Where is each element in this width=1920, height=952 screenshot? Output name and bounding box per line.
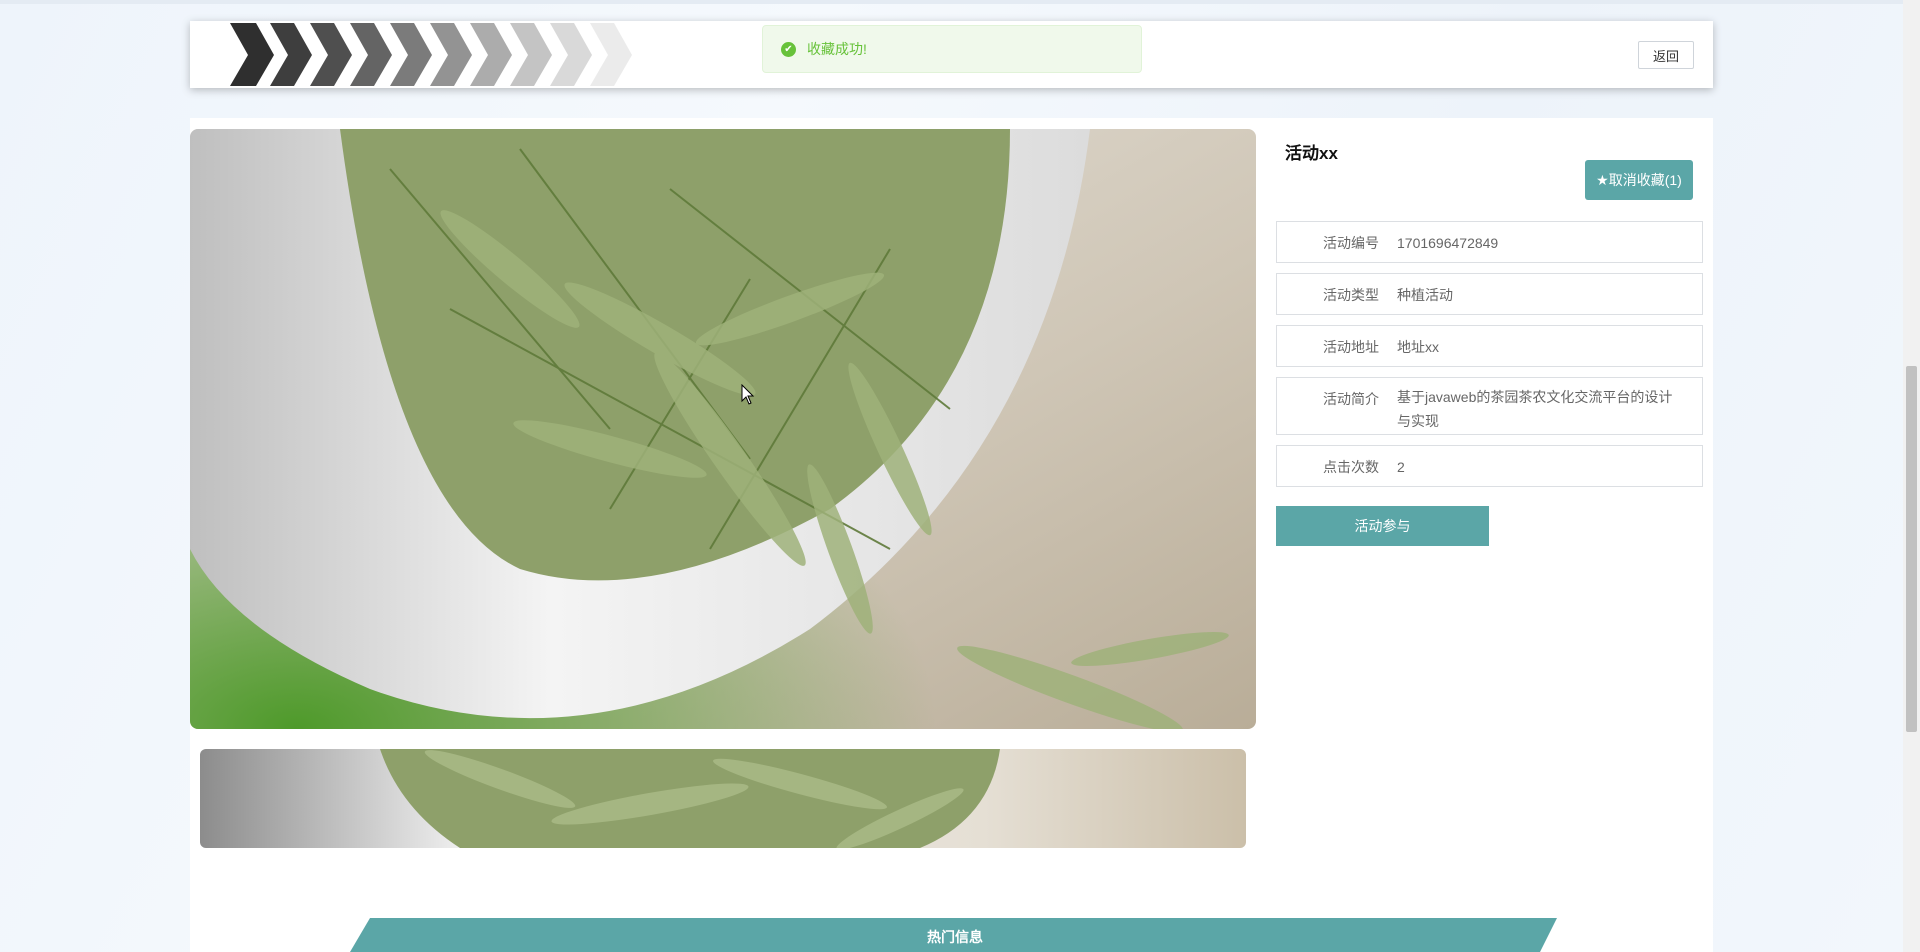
tea-leaves-photo	[190, 129, 1256, 729]
field-value: 地址xx	[1397, 339, 1439, 355]
field-label: 活动地址	[1323, 339, 1379, 355]
success-toast: ✔ 收藏成功!	[762, 25, 1142, 73]
join-activity-button[interactable]: 活动参与	[1276, 506, 1489, 546]
field-value: 1701696472849	[1397, 235, 1499, 251]
field-activity-number: 活动编号 1701696472849	[1276, 221, 1703, 263]
field-value: 2	[1397, 459, 1405, 475]
activity-thumbnail-image[interactable]	[200, 749, 1246, 848]
activity-main-image	[190, 129, 1256, 729]
back-button[interactable]: 返回	[1638, 41, 1694, 69]
field-value: 基于javaweb的茶园茶农文化交流平台的设计与实现	[1397, 389, 1673, 429]
field-label: 点击次数	[1323, 459, 1379, 475]
field-activity-address: 活动地址 地址xx	[1276, 325, 1703, 367]
field-value: 种植活动	[1397, 287, 1453, 303]
check-circle-icon: ✔	[781, 41, 796, 57]
scrollbar-thumb[interactable]	[1906, 366, 1917, 732]
tea-leaves-thumbnail	[200, 749, 1246, 848]
toast-message: 收藏成功!	[807, 41, 867, 57]
activity-title: 活动xx	[1285, 144, 1338, 163]
top-edge-line	[0, 0, 1920, 4]
field-label: 活动编号	[1323, 235, 1379, 251]
field-label: 活动类型	[1323, 287, 1379, 303]
hot-info-banner: 热门信息	[350, 918, 1560, 952]
field-activity-type: 活动类型 种植活动	[1276, 273, 1703, 315]
mouse-cursor-icon	[741, 384, 755, 405]
field-activity-summary: 活动简介 基于javaweb的茶园茶农文化交流平台的设计与实现	[1276, 377, 1703, 435]
chevron-decoration-icon	[230, 23, 632, 86]
field-click-count: 点击次数 2	[1276, 445, 1703, 487]
field-label: 活动简介	[1323, 391, 1379, 407]
unfavorite-button[interactable]: ★取消收藏(1)	[1585, 160, 1693, 200]
hot-info-title: 热门信息	[927, 929, 983, 945]
